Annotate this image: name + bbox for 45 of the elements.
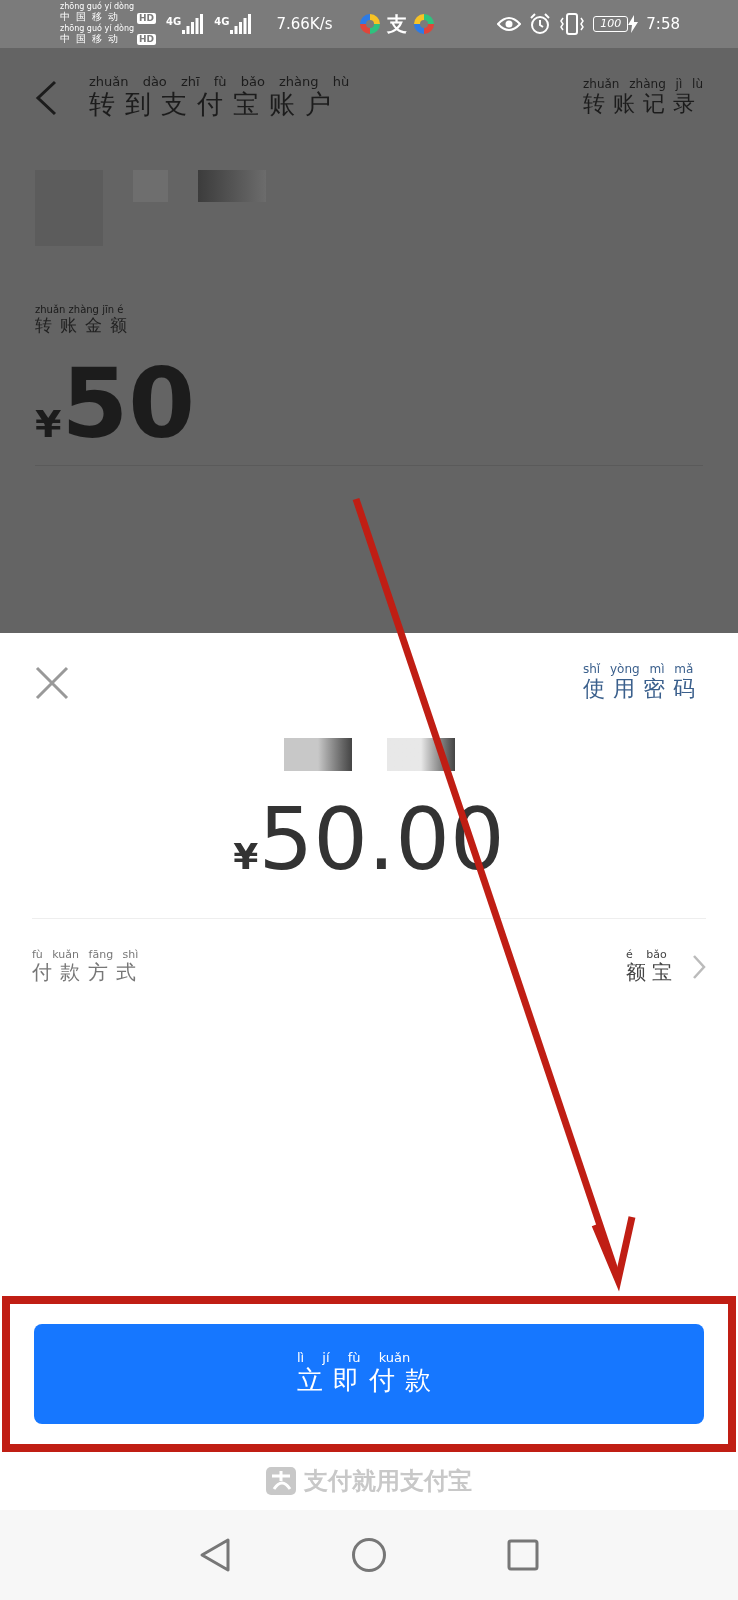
close-icon[interactable] bbox=[35, 666, 69, 700]
alarm-icon bbox=[529, 13, 552, 35]
app-icon bbox=[358, 13, 381, 35]
payment-method-value-pinyin: é bǎo bbox=[626, 948, 667, 960]
password-pinyin: shǐ yòng mì mǎ bbox=[583, 663, 694, 676]
app-name-label: 支 bbox=[386, 11, 407, 38]
payment-method-pinyin: fù kuǎn fāng shì bbox=[32, 948, 139, 960]
logo-icon bbox=[266, 1467, 296, 1495]
history-pinyin: zhuǎn zhàng jì lù bbox=[583, 78, 703, 91]
home-nav-icon[interactable] bbox=[351, 1537, 387, 1573]
carrier-label: 中国移动 bbox=[60, 32, 124, 45]
hd-badge: HD bbox=[137, 12, 157, 24]
blurred-patch bbox=[283, 738, 352, 771]
amount-pinyin: zhuǎn zhàng jīn é bbox=[35, 305, 124, 315]
signal-icon bbox=[230, 14, 253, 34]
app-icon bbox=[412, 13, 435, 35]
currency-symbol: ¥ bbox=[35, 401, 62, 449]
signal-icon bbox=[182, 14, 205, 34]
network-label: 4G bbox=[214, 15, 230, 29]
battery-indicator: 100 bbox=[593, 16, 629, 32]
password-link[interactable]: 使用密码 bbox=[583, 675, 703, 703]
pay-button-label: 立即付款 bbox=[297, 1365, 441, 1397]
page-pinyin: zhuǎn dào zhī fù bǎo zhàng hù bbox=[89, 75, 350, 89]
blurred-patch bbox=[198, 170, 266, 202]
carrier-pinyin: zhōng guó yí dòng bbox=[60, 24, 135, 33]
clock-time: 7:58 bbox=[646, 13, 680, 35]
payment-method-value[interactable]: 额宝 bbox=[626, 959, 678, 985]
speed-label: 7.66K/s bbox=[276, 13, 333, 35]
currency-symbol: ¥ bbox=[233, 835, 259, 879]
payment-method-label: 付款方式 bbox=[32, 959, 144, 985]
amount-value: 50 bbox=[61, 356, 196, 453]
carrier-label: 中国移动 bbox=[60, 11, 124, 23]
network-label: 4G bbox=[166, 15, 182, 29]
recents-nav-icon[interactable] bbox=[507, 1539, 539, 1571]
vibrate-icon bbox=[559, 13, 586, 35]
eye-icon bbox=[497, 16, 522, 32]
hd-badge: HD bbox=[137, 34, 157, 45]
carrier-pinyin: zhōng guó yí dòng bbox=[60, 3, 135, 11]
amount-label: 转账金额 bbox=[35, 315, 135, 337]
pay-button-pinyin: lì jí fù kuǎn bbox=[297, 1351, 411, 1365]
pay-button[interactable]: lì jí fù kuǎn 立即付款 bbox=[34, 1324, 704, 1424]
back-icon[interactable] bbox=[35, 80, 57, 116]
charging-icon bbox=[628, 15, 639, 33]
page-title: 转到支付宝账户 bbox=[89, 89, 341, 121]
back-nav-icon[interactable] bbox=[199, 1537, 231, 1573]
